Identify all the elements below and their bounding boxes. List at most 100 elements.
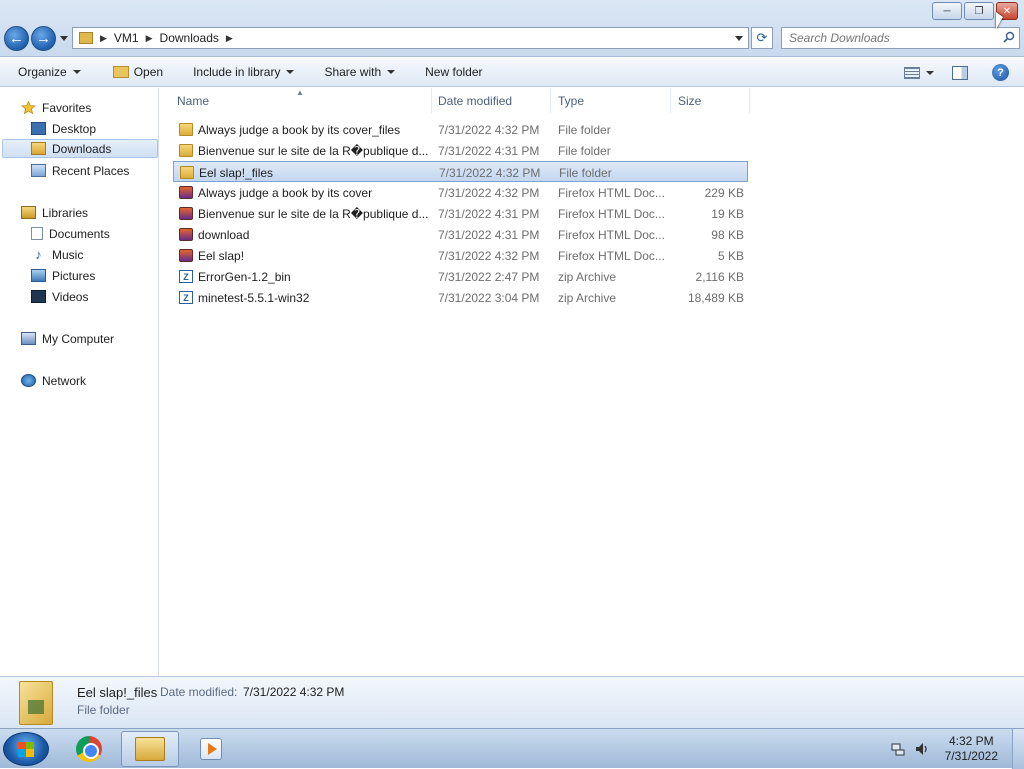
sidebar-item-network[interactable]: Network bbox=[21, 371, 86, 390]
folder-icon bbox=[180, 166, 194, 179]
file-name-cell: Always judge a book by its cover_files bbox=[179, 119, 429, 140]
taskbar-media-player[interactable] bbox=[182, 731, 240, 767]
breadcrumb-arrow-icon[interactable]: ▶ bbox=[146, 33, 153, 44]
sidebar-item-desktop[interactable]: Desktop bbox=[31, 119, 96, 138]
share-with-menu[interactable]: Share with bbox=[315, 58, 404, 86]
details-date-value: 7/31/2022 4:32 PM bbox=[243, 685, 345, 699]
include-in-library-menu[interactable]: Include in library bbox=[184, 58, 303, 86]
media-player-icon bbox=[200, 738, 222, 760]
sidebar-item-favorites[interactable]: Favorites bbox=[21, 98, 91, 117]
file-row-selected[interactable]: Eel slap!_files 7/31/2022 4:32 PM File f… bbox=[173, 161, 748, 182]
file-size: 229 KB bbox=[704, 185, 744, 200]
sidebar-item-libraries[interactable]: Libraries bbox=[21, 203, 88, 222]
preview-pane-icon[interactable] bbox=[952, 65, 968, 80]
column-headers: ▲ Name Date modified Type Size bbox=[160, 88, 1024, 113]
sidebar-item-label: Pictures bbox=[52, 268, 96, 283]
organize-menu[interactable]: Organize bbox=[0, 58, 90, 86]
file-row[interactable]: Always judge a book by its cover_files 7… bbox=[173, 119, 748, 140]
address-dropdown-icon[interactable] bbox=[735, 36, 743, 41]
sidebar-item-my-computer[interactable]: My Computer bbox=[21, 329, 114, 348]
view-options-dropdown-icon[interactable] bbox=[926, 70, 934, 75]
sidebar-item-label: Network bbox=[42, 373, 87, 388]
breadcrumb-arrow-icon[interactable]: ▶ bbox=[100, 33, 107, 44]
file-row[interactable]: Z ErrorGen-1.2_bin 7/31/2022 2:47 PM zip … bbox=[173, 266, 748, 287]
system-clock[interactable]: 4:32 PM 7/31/2022 bbox=[945, 734, 998, 764]
file-row[interactable]: Eel slap! 7/31/2022 4:32 PM Firefox HTML… bbox=[173, 245, 748, 266]
file-name: ErrorGen-1.2_bin bbox=[198, 269, 291, 284]
search-icon[interactable] bbox=[1003, 31, 1015, 43]
help-icon[interactable]: ? bbox=[992, 64, 1009, 81]
show-desktop-button[interactable] bbox=[1012, 729, 1024, 769]
details-pane: Eel slap!_files Date modified: 7/31/2022… bbox=[0, 676, 1024, 728]
forward-button[interactable]: → bbox=[31, 26, 56, 51]
file-date: 7/31/2022 4:32 PM bbox=[439, 165, 541, 180]
firefox-html-icon bbox=[179, 186, 193, 199]
navigation-pane: Favorites Desktop Downloads Recent Place… bbox=[0, 88, 159, 676]
file-row[interactable]: Bienvenue sur le site de la R�publique d… bbox=[173, 203, 748, 224]
maximize-button[interactable]: ❐ bbox=[964, 2, 994, 20]
file-row[interactable]: Always judge a book by its cover 7/31/20… bbox=[173, 182, 748, 203]
sidebar-item-label: Recent Places bbox=[52, 163, 130, 178]
search-box[interactable] bbox=[781, 27, 1020, 49]
file-list: ▲ Name Date modified Type Size Always ju… bbox=[160, 88, 1024, 676]
file-type: zip Archive bbox=[558, 269, 617, 284]
computer-icon bbox=[21, 332, 36, 345]
new-folder-label: New folder bbox=[425, 65, 483, 79]
breadcrumb-vm1[interactable]: VM1 bbox=[114, 31, 139, 45]
volume-icon[interactable] bbox=[915, 742, 929, 756]
start-button[interactable] bbox=[3, 732, 49, 766]
file-type: File folder bbox=[559, 165, 612, 180]
refresh-button[interactable]: ⟳ bbox=[751, 27, 773, 49]
taskbar-windows-explorer[interactable] bbox=[121, 731, 179, 767]
file-size: 5 KB bbox=[717, 248, 744, 263]
address-bar[interactable]: ▶ VM1 ▶ Downloads ▶ bbox=[72, 27, 749, 49]
sidebar-item-recent-places[interactable]: Recent Places bbox=[31, 161, 129, 180]
windows-explorer-icon bbox=[135, 737, 165, 761]
file-type: Firefox HTML Doc... bbox=[558, 227, 665, 242]
column-header-label: Size bbox=[678, 93, 702, 108]
recent-pages-dropdown[interactable] bbox=[60, 36, 68, 41]
column-header-type[interactable]: Type bbox=[550, 88, 671, 113]
taskbar-chrome[interactable] bbox=[60, 731, 118, 767]
organize-label: Organize bbox=[18, 65, 67, 79]
sidebar-item-downloads[interactable]: Downloads bbox=[2, 139, 158, 158]
sidebar-item-documents[interactable]: Documents bbox=[31, 224, 110, 243]
column-header-size[interactable]: Size bbox=[670, 88, 750, 113]
zip-archive-icon: Z bbox=[179, 291, 193, 304]
network-status-icon[interactable] bbox=[891, 742, 905, 756]
file-name: Always judge a book by its cover_files bbox=[198, 122, 401, 137]
column-header-date-modified[interactable]: Date modified bbox=[430, 88, 551, 113]
file-size: 98 KB bbox=[711, 227, 744, 242]
new-folder-button[interactable]: New folder bbox=[416, 58, 491, 86]
sidebar-item-videos[interactable]: Videos bbox=[31, 287, 88, 306]
breadcrumb-arrow-icon[interactable]: ▶ bbox=[226, 33, 233, 44]
file-type: File folder bbox=[558, 122, 611, 137]
column-header-name[interactable]: Name bbox=[169, 88, 432, 113]
sidebar-item-music[interactable]: ♪ Music bbox=[31, 245, 83, 264]
file-row[interactable]: Zminetest-5.5.1-win32 7/31/2022 3:04 PM … bbox=[173, 287, 748, 308]
sidebar-item-label: Favorites bbox=[42, 100, 92, 115]
column-header-label: Type bbox=[558, 93, 585, 108]
file-date: 7/31/2022 4:32 PM bbox=[438, 122, 540, 137]
details-item-name: Eel slap!_files bbox=[77, 685, 158, 700]
folder-thumbnail-icon bbox=[19, 681, 53, 725]
file-name-cell: Eel slap! bbox=[179, 245, 429, 266]
back-button[interactable]: ← bbox=[4, 26, 29, 51]
open-button[interactable]: Open bbox=[104, 58, 172, 86]
file-size: 18,489 KB bbox=[687, 290, 744, 305]
file-name-cell: download bbox=[179, 224, 429, 245]
file-name-cell: Z ErrorGen-1.2_bin bbox=[179, 266, 429, 287]
videos-icon bbox=[31, 290, 46, 303]
sidebar-item-label: Music bbox=[52, 247, 84, 262]
libraries-icon bbox=[21, 206, 36, 219]
sidebar-item-pictures[interactable]: Pictures bbox=[31, 266, 95, 285]
breadcrumb-downloads[interactable]: Downloads bbox=[160, 31, 219, 45]
file-row[interactable]: download 7/31/2022 4:31 PM Firefox HTML … bbox=[173, 224, 748, 245]
change-view-icon[interactable] bbox=[904, 66, 920, 79]
search-input[interactable] bbox=[782, 28, 992, 48]
file-size bbox=[668, 140, 744, 161]
file-date: 7/31/2022 3:04 PM bbox=[438, 290, 540, 305]
share-with-label: Share with bbox=[324, 65, 382, 79]
minimize-button[interactable]: ─ bbox=[932, 2, 962, 20]
file-row[interactable]: Bienvenue sur le site de la R�publique d… bbox=[173, 140, 748, 161]
